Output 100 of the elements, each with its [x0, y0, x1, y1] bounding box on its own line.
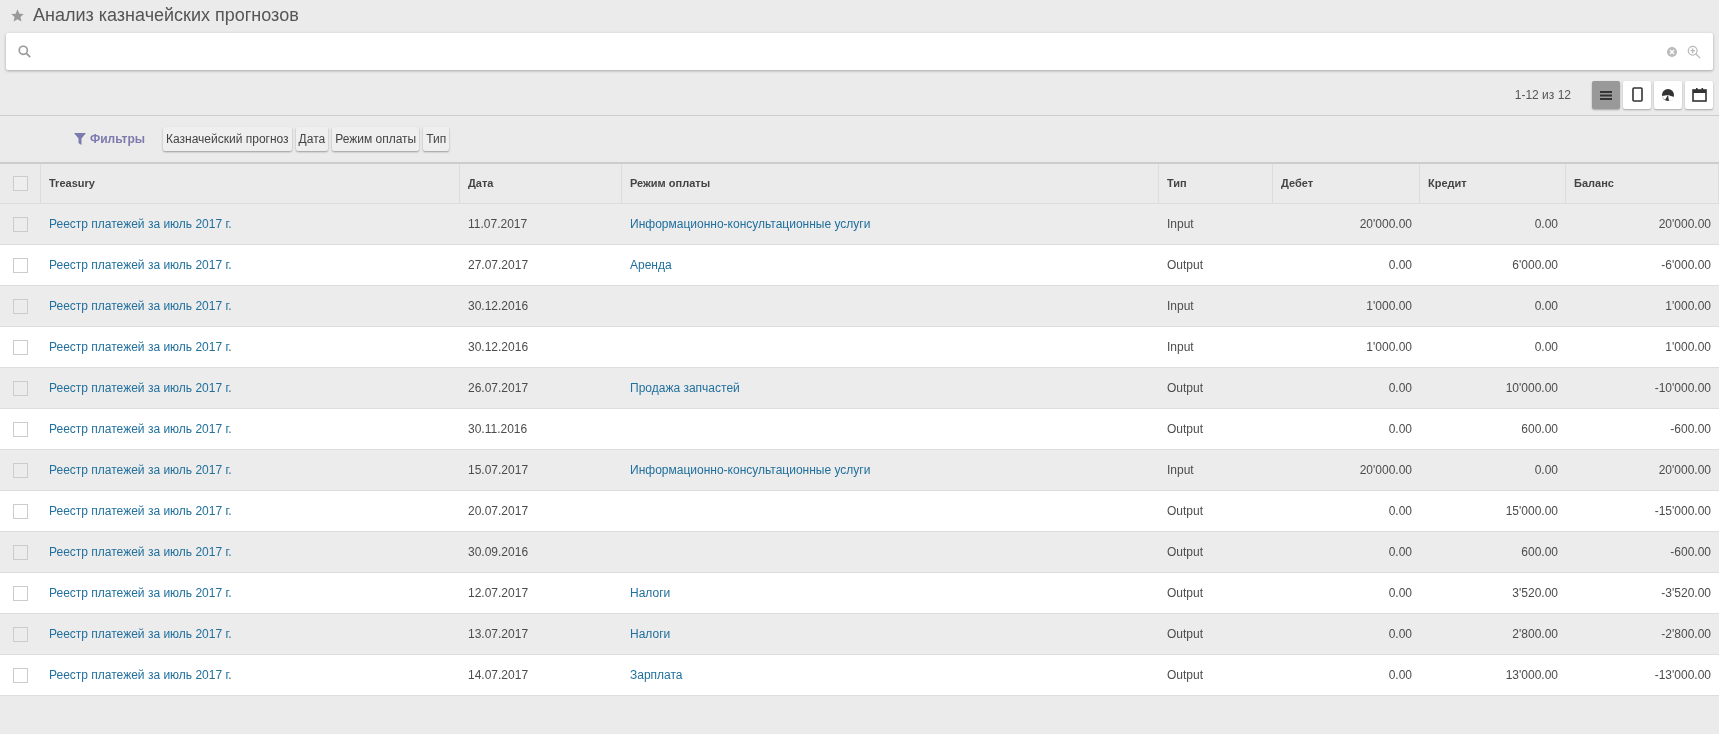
list-icon — [1600, 89, 1612, 100]
view-button[interactable] — [1654, 80, 1682, 109]
type-cell: Input — [1167, 299, 1194, 313]
row-checkbox[interactable] — [13, 298, 28, 314]
row-checkbox[interactable] — [13, 503, 28, 519]
row-checkbox[interactable] — [13, 585, 28, 601]
select-all-checkbox[interactable] — [12, 176, 28, 191]
row-checkbox[interactable] — [13, 667, 28, 683]
treasury-link[interactable]: Реестр платежей за июль 2017 г. — [49, 299, 232, 313]
balance-cell: 20'000.00 — [1658, 463, 1711, 477]
type-cell: Output — [1167, 258, 1204, 272]
debit-cell: 20'000.00 — [1359, 217, 1412, 231]
type-cell: Output — [1167, 627, 1204, 641]
treasury-link[interactable]: Реестр платежей за июль 2017 г. — [49, 217, 232, 231]
treasury-link[interactable]: Реестр платежей за июль 2017 г. — [49, 586, 232, 600]
search-field[interactable] — [6, 33, 1713, 70]
type-cell: Input — [1167, 217, 1194, 231]
column-header[interactable]: Кредит — [1428, 175, 1467, 192]
balance-cell: -3'520.00 — [1661, 586, 1711, 600]
view-button[interactable] — [1685, 80, 1713, 109]
balance-cell: 1'000.00 — [1665, 340, 1711, 354]
view-button[interactable] — [1592, 80, 1620, 109]
type-cell: Input — [1167, 340, 1194, 354]
tablet-icon — [1631, 87, 1643, 102]
credit-cell: 2'800.00 — [1512, 627, 1558, 641]
payment-mode-link[interactable]: Информационно-консультационные услуги — [630, 463, 871, 477]
treasury-link[interactable]: Реестр платежей за июль 2017 г. — [49, 668, 232, 682]
clear-icon[interactable] — [1667, 46, 1677, 57]
payment-mode-link[interactable]: Информационно-консультационные услуги — [630, 217, 871, 231]
debit-cell: 1'000.00 — [1366, 299, 1412, 313]
payment-mode-link[interactable]: Продажа запчастей — [630, 381, 740, 395]
treasury-link[interactable]: Реестр платежей за июль 2017 г. — [49, 381, 232, 395]
debit-cell: 0.00 — [1388, 258, 1412, 272]
column-header[interactable]: Тип — [1167, 175, 1187, 192]
column-header[interactable]: Treasury — [49, 175, 95, 192]
debit-cell: 0.00 — [1388, 504, 1412, 518]
date-cell: 30.11.2016 — [468, 422, 528, 436]
table-row[interactable]: Реестр платежей за июль 2017 г. 30.12.2016 Input 1'000.00 0.00 1'000.00 — [0, 327, 1719, 368]
payment-mode-link[interactable]: Зарплата — [630, 668, 683, 682]
page-title: Анализ казначейских прогнозов — [33, 3, 299, 27]
zoom-in-icon[interactable] — [1687, 44, 1701, 59]
view-button[interactable] — [1623, 80, 1651, 109]
funnel-icon — [74, 133, 86, 145]
group-by-button[interactable]: Тип — [423, 127, 450, 151]
group-by-button[interactable]: Казначейский прогноз — [163, 127, 292, 151]
star-icon[interactable] — [10, 7, 25, 23]
credit-cell: 6'000.00 — [1512, 258, 1558, 272]
debit-cell: 0.00 — [1388, 586, 1412, 600]
treasury-link[interactable]: Реестр платежей за июль 2017 г. — [49, 258, 232, 272]
credit-cell: 0.00 — [1534, 463, 1558, 477]
balance-cell: -600.00 — [1670, 545, 1711, 559]
debit-cell: 0.00 — [1388, 627, 1412, 641]
search-icon — [18, 45, 31, 58]
date-cell: 15.07.2017 — [468, 463, 529, 477]
balance-cell: 20'000.00 — [1658, 217, 1711, 231]
date-cell: 20.07.2017 — [468, 504, 529, 518]
debit-cell: 1'000.00 — [1366, 340, 1412, 354]
credit-cell: 13'000.00 — [1505, 668, 1558, 682]
row-checkbox[interactable] — [13, 462, 28, 478]
table-row[interactable]: Реестр платежей за июль 2017 г. 27.07.2017 Аренда Output 0.00 6'000.00 -6'000.00 — [0, 245, 1719, 286]
row-checkbox[interactable] — [13, 626, 28, 642]
column-header[interactable]: Дебет — [1281, 175, 1314, 192]
table-row[interactable]: Реестр платежей за июль 2017 г. 30.11.2016 Output 0.00 600.00 -600.00 — [0, 409, 1719, 450]
column-header[interactable]: Дата — [468, 175, 494, 192]
credit-cell: 600.00 — [1521, 545, 1558, 559]
group-by-button[interactable]: Режим оплаты — [332, 127, 420, 151]
balance-cell: -6'000.00 — [1661, 258, 1711, 272]
payment-mode-link[interactable]: Налоги — [630, 586, 671, 600]
group-by-button[interactable]: Дата — [295, 127, 329, 151]
balance-cell: -10'000.00 — [1654, 381, 1711, 395]
row-checkbox[interactable] — [13, 421, 28, 437]
row-checkbox[interactable] — [13, 380, 28, 396]
column-header[interactable]: Баланс — [1574, 175, 1614, 192]
date-cell: 14.07.2017 — [468, 668, 529, 682]
treasury-link[interactable]: Реестр платежей за июль 2017 г. — [49, 627, 232, 641]
balance-cell: -15'000.00 — [1654, 504, 1711, 518]
debit-cell: 0.00 — [1388, 381, 1412, 395]
treasury-link[interactable]: Реестр платежей за июль 2017 г. — [49, 422, 232, 436]
payment-mode-link[interactable]: Аренда — [630, 258, 672, 272]
treasury-link[interactable]: Реестр платежей за июль 2017 г. — [49, 545, 232, 559]
row-checkbox[interactable] — [13, 544, 28, 560]
row-checkbox[interactable] — [13, 339, 28, 355]
treasury-link[interactable]: Реестр платежей за июль 2017 г. — [49, 504, 232, 518]
treasury-link[interactable]: Реестр платежей за июль 2017 г. — [49, 340, 232, 354]
credit-cell: 0.00 — [1534, 340, 1558, 354]
row-checkbox[interactable] — [13, 257, 28, 273]
credit-cell: 15'000.00 — [1505, 504, 1558, 518]
pie-chart-icon — [1661, 87, 1675, 102]
balance-cell: -2'800.00 — [1661, 627, 1711, 641]
balance-cell: 1'000.00 — [1665, 299, 1711, 313]
table-row[interactable]: Реестр платежей за июль 2017 г. 14.07.2017 Зарплата Output 0.00 13'000.00 -13'000.00 — [0, 655, 1719, 696]
treasury-link[interactable]: Реестр платежей за июль 2017 г. — [49, 463, 232, 477]
table-row[interactable]: Реестр платежей за июль 2017 г. 20.07.2017 Output 0.00 15'000.00 -15'000.00 — [0, 491, 1719, 532]
column-header[interactable]: Режим оплаты — [630, 175, 711, 192]
payment-mode-link[interactable]: Налоги — [630, 627, 671, 641]
credit-cell: 10'000.00 — [1505, 381, 1558, 395]
table-row[interactable]: Реестр платежей за июль 2017 г. 12.07.2017 Налоги Output 0.00 3'520.00 -3'520.00 — [0, 573, 1719, 614]
pager-text: 1-12 из 12 — [1514, 86, 1571, 104]
row-checkbox[interactable] — [13, 216, 28, 232]
debit-cell: 0.00 — [1388, 545, 1412, 559]
